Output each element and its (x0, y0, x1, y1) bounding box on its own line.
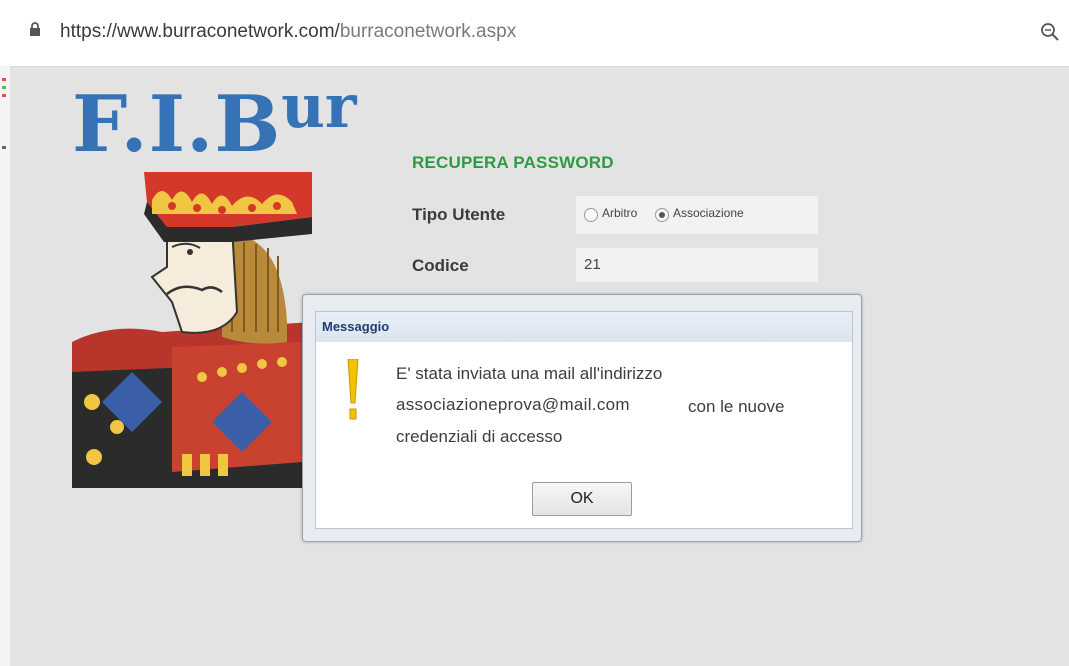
ok-button[interactable]: OK (532, 482, 632, 516)
radio-arbitro[interactable] (584, 208, 598, 222)
logo-main-text: F.I.B (72, 79, 282, 170)
radio-associazione-label[interactable]: Associazione (673, 206, 744, 220)
king-card-image (72, 172, 312, 488)
codice-input[interactable]: 21 (576, 248, 818, 282)
radio-arbitro-label[interactable]: Arbitro (602, 206, 637, 220)
url-text[interactable]: https://www.burraconetwork.com/burracone… (60, 21, 516, 43)
url-path: burraconetwork.aspx (339, 21, 517, 42)
codice-value: 21 (584, 256, 601, 273)
zoom-icon[interactable] (1040, 22, 1060, 42)
logo-sup-text: ur (281, 72, 357, 142)
dialog-email: associazioneprova@mail.com (392, 395, 636, 415)
url-domain: https://www.burraconetwork.com/ (60, 21, 340, 42)
dialog-titlebar[interactable]: Messaggio (315, 311, 853, 343)
tipo-utente-label: Tipo Utente (412, 205, 506, 224)
dialog-message-line1: E' stata inviata una mail all'indirizzo (396, 364, 663, 383)
dialog-title: Messaggio (322, 319, 390, 334)
lock-icon (30, 22, 40, 36)
dialog-message-line2: con le nuove (688, 397, 785, 416)
form-title: RECUPERA PASSWORD (412, 153, 614, 172)
codice-label: Codice (412, 256, 469, 275)
edge-marks (2, 78, 6, 149)
dialog-message-line3: credenziali di accesso (396, 427, 563, 446)
fibur-logo: F.I.Bur (72, 77, 357, 164)
tipo-utente-radio-group: Arbitro Associazione (576, 196, 818, 234)
address-bar[interactable]: https://www.burraconetwork.com/burracone… (0, 0, 1069, 67)
radio-associazione[interactable] (655, 208, 669, 222)
warning-icon (347, 359, 359, 420)
